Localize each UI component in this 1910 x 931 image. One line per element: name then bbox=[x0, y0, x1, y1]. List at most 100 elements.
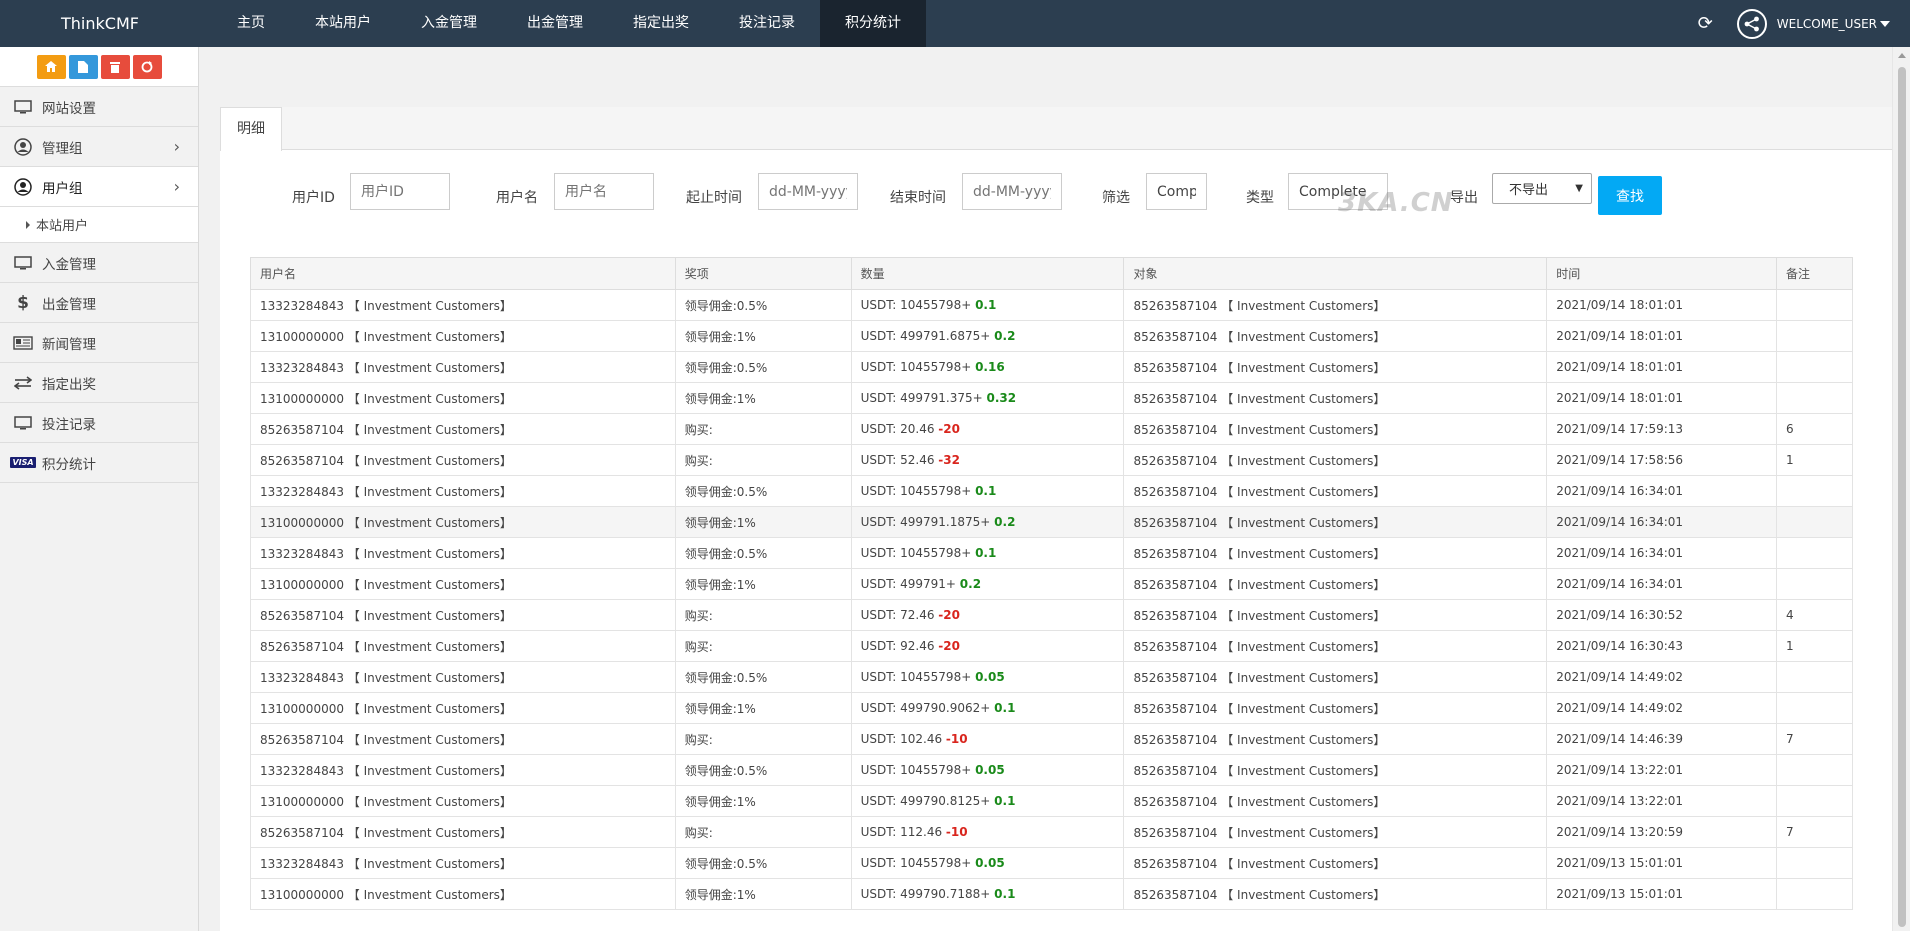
page-scrollbar[interactable] bbox=[1892, 47, 1910, 931]
username-input[interactable] bbox=[554, 173, 654, 210]
top-nav-bet-records[interactable]: 投注记录 bbox=[714, 0, 820, 47]
document-shortcut-button[interactable] bbox=[68, 54, 98, 79]
query-button[interactable]: 查找 bbox=[1598, 176, 1662, 215]
col-time[interactable]: 时间 bbox=[1546, 257, 1778, 290]
sidebar-item-user-group[interactable]: 用户组 › bbox=[0, 167, 198, 207]
cell-time: 2021/09/14 14:46:39 bbox=[1546, 723, 1778, 755]
cell-amount: USDT: 92.46 -20 bbox=[850, 630, 1125, 662]
cell-amount: USDT: 20.46 -20 bbox=[850, 413, 1125, 445]
table-row: 13323284843 【 Investment Customers】 领导佣金:… bbox=[250, 289, 1853, 321]
sidebar: 网站设置 管理组 › 用户组 › 本站用户 入金管理 $ 出金管理 新闻管理 指… bbox=[0, 47, 199, 931]
cell-amount: USDT: 102.46 -10 bbox=[850, 723, 1125, 755]
top-nav-assign-prize[interactable]: 指定出奖 bbox=[608, 0, 714, 47]
col-username[interactable]: 用户名 bbox=[250, 257, 676, 290]
amount-base: USDT: 20.46 bbox=[860, 422, 939, 436]
shortcut-buttons bbox=[0, 47, 198, 87]
sidebar-item-assign-prize[interactable]: 指定出奖 bbox=[0, 363, 198, 403]
cell-award: 领导佣金:1% bbox=[674, 785, 852, 817]
cell-award: 领导佣金:1% bbox=[674, 568, 852, 600]
table-row: 85263587104 【 Investment Customers】 购买: US… bbox=[250, 816, 1853, 848]
trash-shortcut-button[interactable] bbox=[100, 54, 130, 79]
start-date-input[interactable] bbox=[758, 173, 858, 210]
cell-time: 2021/09/14 17:59:13 bbox=[1546, 413, 1778, 445]
amount-base: USDT: 499790.9062+ bbox=[860, 701, 995, 715]
user-circle-icon bbox=[12, 137, 34, 156]
tab-detail[interactable]: 明细 bbox=[220, 107, 282, 151]
top-nav-site-users[interactable]: 本站用户 bbox=[290, 0, 396, 47]
cell-award: 领导佣金:0.5% bbox=[674, 537, 852, 569]
amount-delta: 0.1 bbox=[994, 887, 1016, 901]
user-id-input[interactable] bbox=[350, 173, 450, 210]
cell-note bbox=[1776, 568, 1853, 600]
recycle-shortcut-button[interactable] bbox=[132, 54, 162, 79]
end-date-input[interactable] bbox=[962, 173, 1062, 210]
amount-base: USDT: 10455798+ bbox=[860, 763, 976, 777]
refresh-icon[interactable]: ⟳ bbox=[1698, 13, 1713, 34]
col-note[interactable]: 备注 bbox=[1776, 257, 1853, 290]
sidebar-item-deposit[interactable]: 入金管理 bbox=[0, 243, 198, 283]
screen-input[interactable] bbox=[1146, 173, 1207, 210]
cell-amount: USDT: 499791.6875+ 0.2 bbox=[850, 320, 1125, 352]
table-row: 13323284843 【 Investment Customers】 领导佣金:… bbox=[250, 475, 1853, 507]
top-nav-withdraw[interactable]: 出金管理 bbox=[502, 0, 608, 47]
brand-logo[interactable]: ThinkCMF bbox=[0, 14, 200, 33]
cell-target: 85263587104 【 Investment Customers】 bbox=[1123, 723, 1548, 755]
sidebar-item-points-stats[interactable]: VISA 积分统计 bbox=[0, 443, 198, 483]
cell-target: 85263587104 【 Investment Customers】 bbox=[1123, 413, 1548, 445]
cell-username: 85263587104 【 Investment Customers】 bbox=[250, 599, 676, 631]
top-nav-home[interactable]: 主页 bbox=[212, 0, 290, 47]
cell-target: 85263587104 【 Investment Customers】 bbox=[1123, 444, 1548, 476]
table-row: 13323284843 【 Investment Customers】 领导佣金:… bbox=[250, 661, 1853, 693]
cell-username: 13323284843 【 Investment Customers】 bbox=[250, 351, 676, 383]
cell-note bbox=[1776, 537, 1853, 569]
filter-form: 用户ID 用户名 起止时间 结束时间 筛选 类型 3KA.CN 导出 不导出 ▼… bbox=[220, 150, 1892, 240]
cell-award: 领导佣金:1% bbox=[674, 878, 852, 910]
start-time-label: 起止时间 bbox=[686, 190, 742, 206]
top-nav-points-stats[interactable]: 积分统计 bbox=[820, 0, 926, 47]
monitor-icon bbox=[12, 255, 34, 270]
amount-delta: 0.05 bbox=[975, 670, 1005, 684]
cell-username: 85263587104 【 Investment Customers】 bbox=[250, 723, 676, 755]
cell-time: 2021/09/14 16:34:01 bbox=[1546, 475, 1778, 507]
sidebar-item-site-settings[interactable]: 网站设置 bbox=[0, 87, 198, 127]
cell-note: 1 bbox=[1776, 630, 1853, 662]
amount-base: USDT: 10455798+ bbox=[860, 360, 976, 374]
user-menu[interactable]: WELCOME_USER bbox=[1777, 17, 1890, 31]
col-amount[interactable]: 数量 bbox=[850, 257, 1125, 290]
cell-amount: USDT: 10455798+ 0.1 bbox=[850, 289, 1125, 321]
cell-username: 13323284843 【 Investment Customers】 bbox=[250, 754, 676, 786]
cell-note bbox=[1776, 692, 1853, 724]
col-target[interactable]: 对象 bbox=[1123, 257, 1548, 290]
sidebar-item-news[interactable]: 新闻管理 bbox=[0, 323, 198, 363]
cell-amount: USDT: 72.46 -20 bbox=[850, 599, 1125, 631]
cell-target: 85263587104 【 Investment Customers】 bbox=[1123, 599, 1548, 631]
export-select[interactable]: 不导出 ▼ bbox=[1492, 173, 1592, 204]
cell-note bbox=[1776, 754, 1853, 786]
cell-award: 领导佣金:1% bbox=[674, 506, 852, 538]
sidebar-subitem-site-users[interactable]: 本站用户 bbox=[0, 207, 198, 243]
sidebar-item-bet-records[interactable]: 投注记录 bbox=[0, 403, 198, 443]
table-row: 13100000000 【 Investment Customers】 领导佣金:… bbox=[250, 878, 1853, 910]
cell-note: 7 bbox=[1776, 723, 1853, 755]
table-row: 13323284843 【 Investment Customers】 领导佣金:… bbox=[250, 754, 1853, 786]
home-shortcut-button[interactable] bbox=[36, 54, 66, 79]
sidebar-item-withdraw[interactable]: $ 出金管理 bbox=[0, 283, 198, 323]
col-award[interactable]: 奖项 bbox=[674, 257, 852, 290]
amount-delta: -10 bbox=[945, 825, 968, 839]
scrollbar-thumb[interactable] bbox=[1898, 67, 1906, 927]
cell-note bbox=[1776, 661, 1853, 693]
sidebar-item-admin-group[interactable]: 管理组 › bbox=[0, 127, 198, 167]
share-icon[interactable] bbox=[1736, 8, 1767, 39]
user-circle-icon bbox=[12, 177, 34, 196]
scroll-up-icon[interactable] bbox=[1898, 53, 1906, 58]
amount-delta: 0.1 bbox=[975, 484, 997, 498]
detail-panel: 明细 用户ID 用户名 起止时间 结束时间 筛选 类型 3KA.CN 导出 不导… bbox=[220, 107, 1892, 931]
cell-time: 2021/09/14 18:01:01 bbox=[1546, 351, 1778, 383]
table-row: 13323284843 【 Investment Customers】 领导佣金:… bbox=[250, 351, 1853, 383]
amount-delta: 0.1 bbox=[994, 794, 1016, 808]
top-nav-deposit[interactable]: 入金管理 bbox=[396, 0, 502, 47]
cell-time: 2021/09/14 14:49:02 bbox=[1546, 692, 1778, 724]
cell-time: 2021/09/14 16:30:43 bbox=[1546, 630, 1778, 662]
table-row: 85263587104 【 Investment Customers】 购买: US… bbox=[250, 413, 1853, 445]
cell-amount: USDT: 499790.7188+ 0.1 bbox=[850, 878, 1125, 910]
